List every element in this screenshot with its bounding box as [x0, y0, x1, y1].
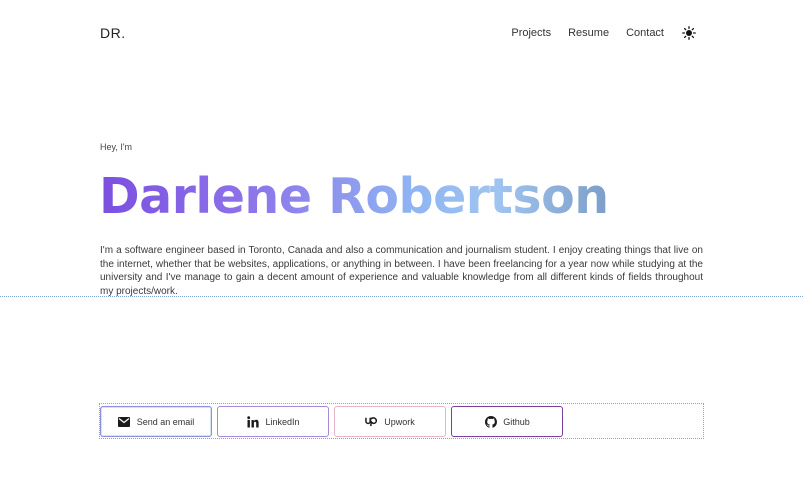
hero-bio: I'm a software engineer based in Toronto… — [100, 245, 703, 297]
contact-links: Send an email LinkedIn Upwork Github — [100, 406, 563, 437]
github-label: Github — [503, 416, 530, 427]
linkedin-label: LinkedIn — [265, 416, 300, 427]
section-divider — [0, 296, 803, 297]
main-nav: Projects Resume Contact — [511, 26, 696, 40]
linkedin-button[interactable]: LinkedIn — [217, 406, 329, 437]
nav-resume[interactable]: Resume — [568, 27, 609, 39]
github-icon — [484, 415, 497, 428]
logo[interactable]: DR. — [100, 25, 126, 41]
send-email-label: Send an email — [136, 416, 195, 427]
nav-projects[interactable]: Projects — [511, 27, 551, 39]
linkedin-icon — [246, 415, 259, 428]
mail-icon — [118, 415, 131, 428]
theme-toggle-button[interactable] — [682, 26, 696, 40]
nav-contact[interactable]: Contact — [626, 27, 664, 39]
upwork-icon — [365, 415, 378, 428]
send-email-button[interactable]: Send an email — [100, 406, 212, 437]
github-button[interactable]: Github — [451, 406, 563, 437]
upwork-button[interactable]: Upwork — [334, 406, 446, 437]
hero-greeting: Hey, I'm — [100, 142, 133, 152]
sun-icon — [682, 26, 696, 40]
upwork-label: Upwork — [384, 416, 415, 427]
hero-name: Darlene Robertson — [99, 168, 609, 225]
